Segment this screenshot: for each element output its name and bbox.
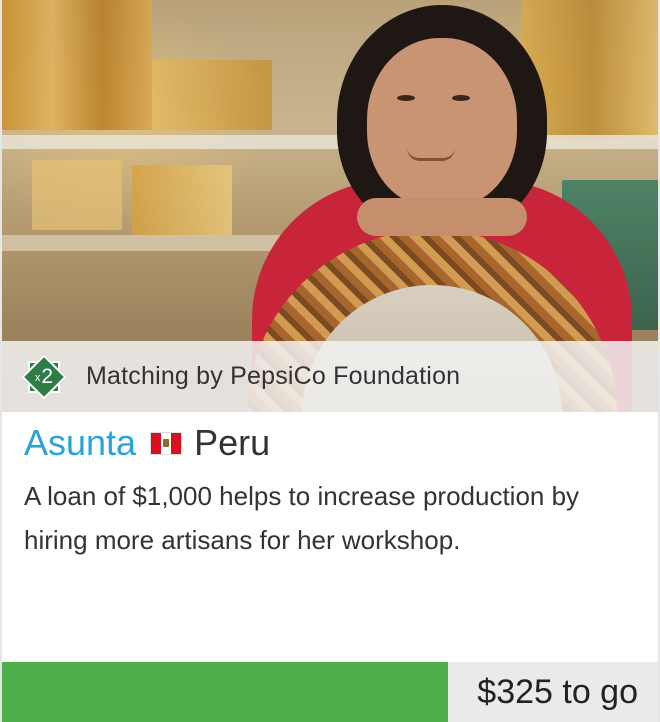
photo-person-face [367, 38, 517, 208]
badge-multiplier: x2 [24, 357, 64, 397]
loan-card[interactable]: x2 Matching by PepsiCo Foundation Asunta… [0, 0, 660, 722]
photo-background-shelf [2, 135, 658, 149]
funding-progress-fill [2, 662, 449, 722]
funding-progress-bar: $325 to go [2, 662, 658, 722]
matching-label: Matching by PepsiCo Foundation [86, 362, 461, 390]
loan-title-row: Asunta Peru [24, 418, 270, 468]
photo-person-eye [452, 95, 470, 101]
badge-number: 2 [41, 364, 54, 388]
photo-person-smile [407, 148, 455, 161]
photo-background-shelf-boxes [152, 60, 272, 130]
photo-background-shelf-boxes [32, 160, 122, 230]
badge-prefix: x [34, 372, 41, 384]
photo-background-shelf-boxes [132, 165, 232, 235]
photo-background-table [2, 235, 302, 251]
photo-person-eye [397, 95, 415, 101]
photo-background-shelf-boxes [2, 0, 152, 130]
peru-flag-icon [150, 431, 183, 455]
photo-person-hands [357, 198, 527, 236]
matching-banner: x2 Matching by PepsiCo Foundation [2, 341, 658, 412]
matching-badge-icon: x2 [21, 353, 67, 400]
amount-to-go: $325 to go [477, 673, 638, 711]
borrower-name-link[interactable]: Asunta [24, 422, 136, 464]
borrower-country: Peru [194, 422, 271, 463]
loan-description: A loan of $1,000 helps to increase produ… [24, 481, 580, 555]
